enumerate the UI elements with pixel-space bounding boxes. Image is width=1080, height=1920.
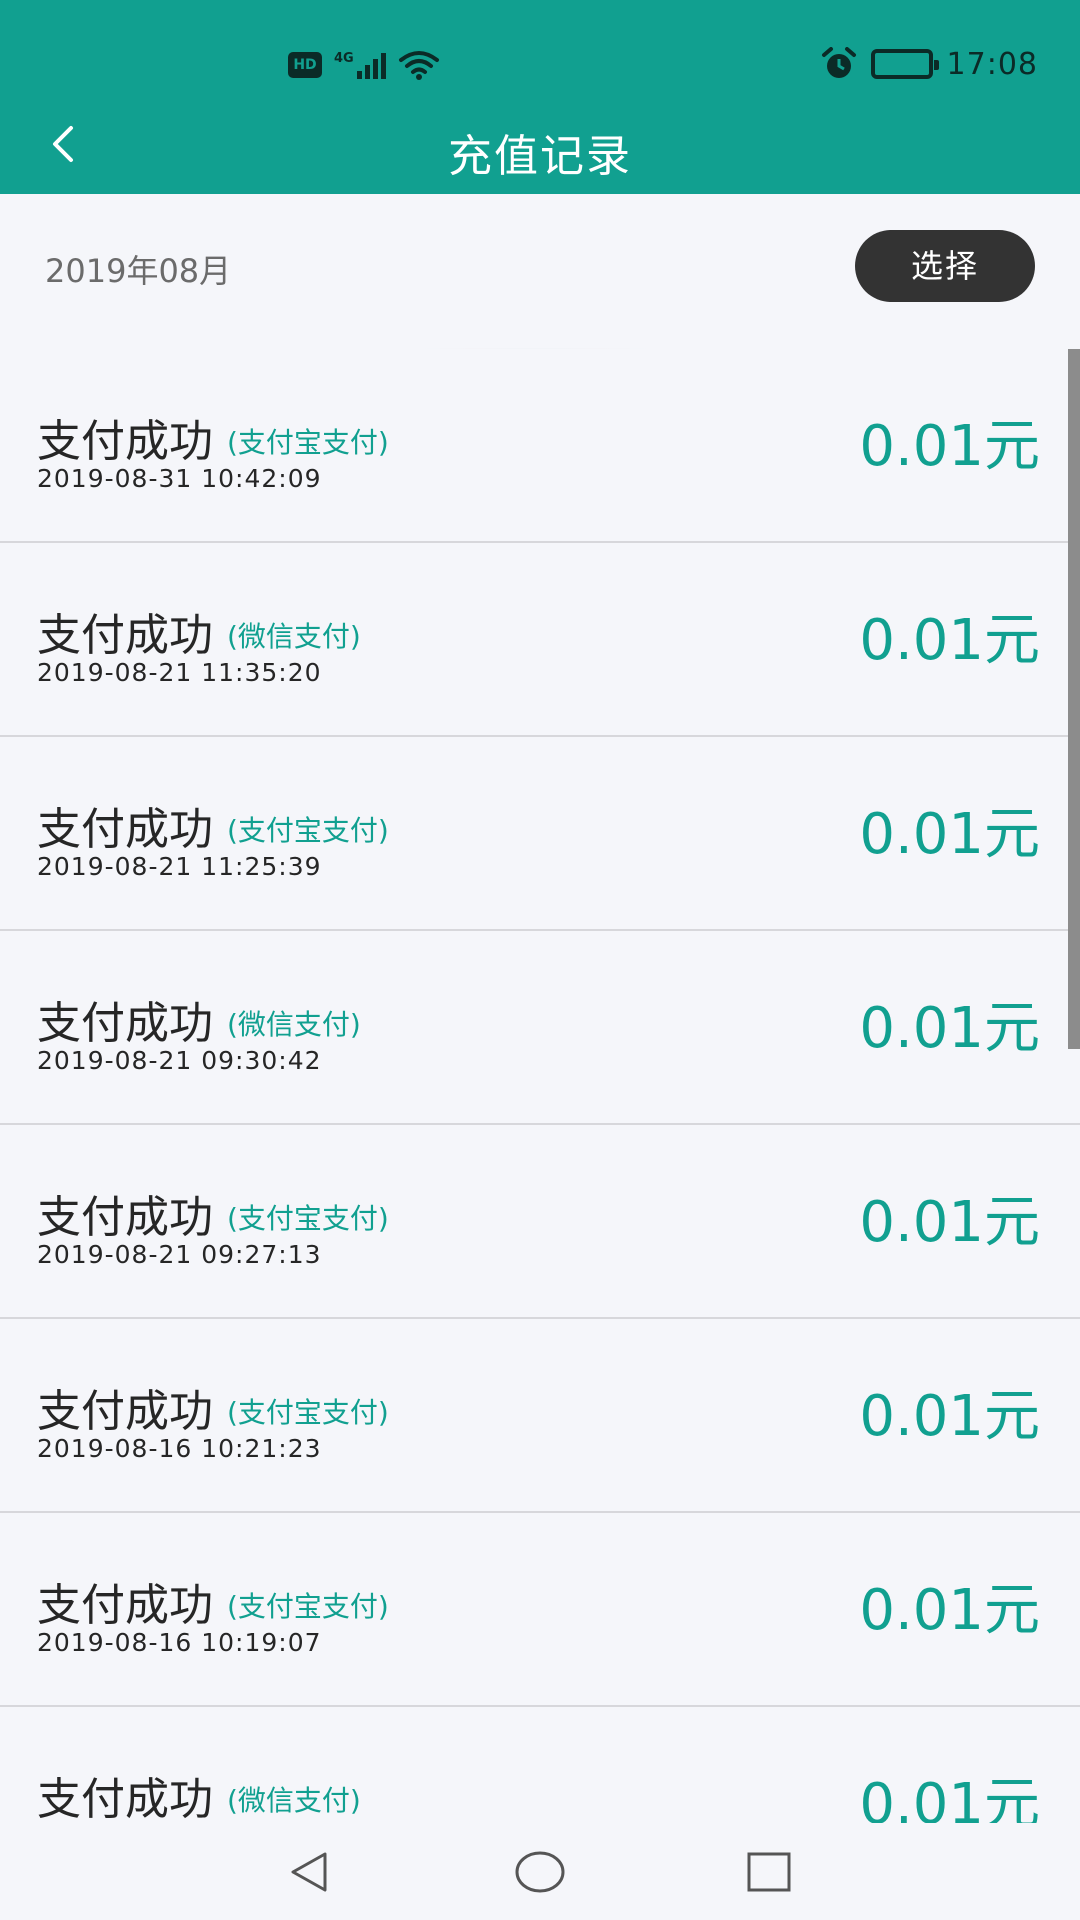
signal-bar xyxy=(364,65,370,79)
payment-method: (支付宝支付) xyxy=(227,814,389,847)
payment-amount: 0.01元 xyxy=(859,414,1040,479)
status-right: 17:08 xyxy=(821,42,1038,86)
payment-amount: 0.01元 xyxy=(859,802,1040,867)
signal-bar xyxy=(372,59,378,79)
payment-status: 支付成功 (支付宝支付) xyxy=(37,1569,389,1633)
payment-status-text: 支付成功 xyxy=(37,998,213,1049)
record-row[interactable]: 支付成功 (支付宝支付) 2019-08-21 09:27:13 0.01元 xyxy=(0,1125,1080,1319)
payment-time: 2019-08-31 10:42:09 xyxy=(37,464,322,493)
square-recents-icon xyxy=(747,1852,791,1892)
payment-status: 支付成功 (微信支付) xyxy=(37,1763,361,1823)
record-row[interactable]: 支付成功 (支付宝支付) 2019-08-21 11:25:39 0.01元 xyxy=(0,737,1080,931)
network-type-label: 4G xyxy=(334,51,354,66)
payment-status-text: 支付成功 xyxy=(37,1192,213,1243)
record-row[interactable]: 支付成功 (微信支付) 2019-08-21 09:30:42 0.01元 xyxy=(0,931,1080,1125)
payment-method: (微信支付) xyxy=(227,620,361,653)
cellular-signal-icon: 4G xyxy=(334,51,386,79)
select-month-button[interactable]: 选择 xyxy=(855,230,1035,302)
status-time: 17:08 xyxy=(946,46,1038,82)
system-navigation-bar xyxy=(0,1823,1080,1920)
navigation-bar: 充值记录 xyxy=(0,100,1080,194)
signal-bar xyxy=(356,71,362,79)
system-back-button[interactable] xyxy=(282,1845,336,1899)
payment-method: (微信支付) xyxy=(227,1784,361,1817)
payment-amount: 0.01元 xyxy=(859,1190,1040,1255)
payment-status: 支付成功 (微信支付) xyxy=(37,987,361,1051)
battery-icon xyxy=(870,49,939,79)
payment-method: (微信支付) xyxy=(227,1008,361,1041)
payment-method: (支付宝支付) xyxy=(227,1590,389,1623)
selected-month: 2019年08月 xyxy=(45,252,232,290)
recharge-record-list[interactable]: 支付成功 (支付宝支付) 2019-08-31 10:42:09 0.01元 支付… xyxy=(0,349,1080,1823)
system-home-button[interactable] xyxy=(513,1845,567,1899)
record-row[interactable]: 支付成功 (微信支付) 0.01元 xyxy=(0,1707,1080,1823)
month-filter-bar: 2019年08月 选择 xyxy=(0,194,1080,342)
payment-status-text: 支付成功 xyxy=(37,804,213,855)
payment-method: (支付宝支付) xyxy=(227,1396,389,1429)
payment-status: 支付成功 (支付宝支付) xyxy=(37,405,389,469)
payment-amount: 0.01元 xyxy=(859,996,1040,1061)
payment-time: 2019-08-21 09:30:42 xyxy=(37,1046,322,1075)
record-row[interactable]: 支付成功 (支付宝支付) 2019-08-16 10:21:23 0.01元 xyxy=(0,1319,1080,1513)
app-header: HD 4G 17:08 充值记录 xyxy=(0,0,1080,194)
payment-time: 2019-08-16 10:19:07 xyxy=(37,1628,322,1657)
payment-status: 支付成功 (支付宝支付) xyxy=(37,793,389,857)
record-row[interactable]: 支付成功 (微信支付) 2019-08-21 11:35:20 0.01元 xyxy=(0,543,1080,737)
page-title: 充值记录 xyxy=(448,131,632,182)
payment-time: 2019-08-16 10:21:23 xyxy=(37,1434,322,1463)
payment-amount: 0.01元 xyxy=(859,1578,1040,1643)
hd-icon: HD xyxy=(288,52,322,78)
payment-amount: 0.01元 xyxy=(859,608,1040,673)
payment-status-text: 支付成功 xyxy=(37,416,213,467)
payment-status-text: 支付成功 xyxy=(37,610,213,661)
payment-status: 支付成功 (微信支付) xyxy=(37,599,361,663)
payment-amount: 0.01元 xyxy=(859,1772,1040,1823)
wifi-icon xyxy=(398,50,440,80)
payment-status-text: 支付成功 xyxy=(37,1386,213,1437)
record-row[interactable]: 支付成功 (支付宝支付) 2019-08-31 10:42:09 0.01元 xyxy=(0,349,1080,543)
alarm-clock-icon xyxy=(821,47,857,81)
signal-bar xyxy=(380,53,386,79)
payment-method: (支付宝支付) xyxy=(227,426,389,459)
payment-amount: 0.01元 xyxy=(859,1384,1040,1449)
payment-time: 2019-08-21 09:27:13 xyxy=(37,1240,322,1269)
record-row[interactable]: 支付成功 (支付宝支付) 2019-08-16 10:19:07 0.01元 xyxy=(0,1513,1080,1707)
payment-time: 2019-08-21 11:25:39 xyxy=(37,852,322,881)
payment-time: 2019-08-21 11:35:20 xyxy=(37,658,322,687)
circle-home-icon xyxy=(515,1851,565,1893)
payment-method: (支付宝支付) xyxy=(227,1202,389,1235)
system-recents-button[interactable] xyxy=(742,1845,796,1899)
status-left: HD 4G xyxy=(288,47,440,83)
payment-status-text: 支付成功 xyxy=(37,1774,213,1823)
payment-status: 支付成功 (支付宝支付) xyxy=(37,1375,389,1439)
payment-status: 支付成功 (支付宝支付) xyxy=(37,1181,389,1245)
triangle-back-icon xyxy=(291,1852,327,1892)
list-scrollbar[interactable] xyxy=(1068,349,1080,1049)
payment-status-text: 支付成功 xyxy=(37,1580,213,1631)
